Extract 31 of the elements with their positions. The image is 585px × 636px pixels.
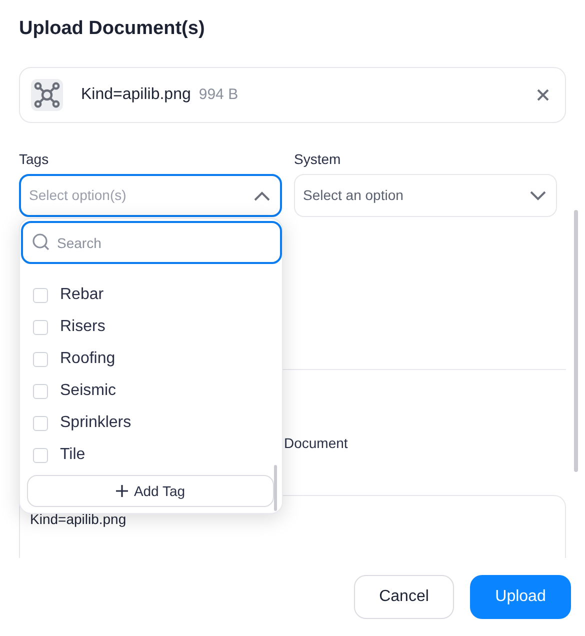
network-icon: [31, 79, 63, 111]
option-label[interactable]: Roofing: [60, 347, 116, 371]
close-icon[interactable]: [536, 88, 550, 102]
option-label[interactable]: Risers: [60, 315, 106, 339]
chevron-down-icon: [530, 190, 546, 200]
option-label[interactable]: Tile: [60, 443, 86, 467]
search-icon: [32, 233, 50, 251]
document-label: Document: [284, 435, 348, 451]
checkbox[interactable]: [33, 320, 48, 334]
checkbox[interactable]: [33, 416, 48, 430]
checkbox[interactable]: [33, 352, 48, 366]
scrollbar[interactable]: [274, 465, 277, 511]
plus-icon: [116, 485, 128, 497]
file-name: Kind=apilib.png: [81, 85, 191, 105]
add-tag-button[interactable]: Add Tag: [27, 475, 274, 507]
system-select[interactable]: Select an option: [294, 174, 557, 217]
field-label: System: [294, 150, 342, 169]
option-label[interactable]: Sprinklers: [60, 411, 132, 435]
upload-button[interactable]: Upload: [470, 575, 571, 619]
checkbox[interactable]: [33, 384, 48, 398]
scrollbar[interactable]: [574, 210, 578, 472]
option-label[interactable]: Rebar: [60, 283, 104, 307]
field-label: Tags: [19, 150, 50, 169]
cancel-button[interactable]: Cancel: [354, 575, 454, 619]
checkbox[interactable]: [33, 288, 48, 302]
checkbox[interactable]: [33, 448, 48, 462]
option-label[interactable]: Seismic: [60, 379, 116, 403]
file-size: 994 B: [198, 84, 238, 105]
search-field[interactable]: Search: [21, 221, 282, 264]
chevron-up-icon: [254, 190, 270, 200]
dialog-title: Upload Document(s): [19, 17, 206, 41]
